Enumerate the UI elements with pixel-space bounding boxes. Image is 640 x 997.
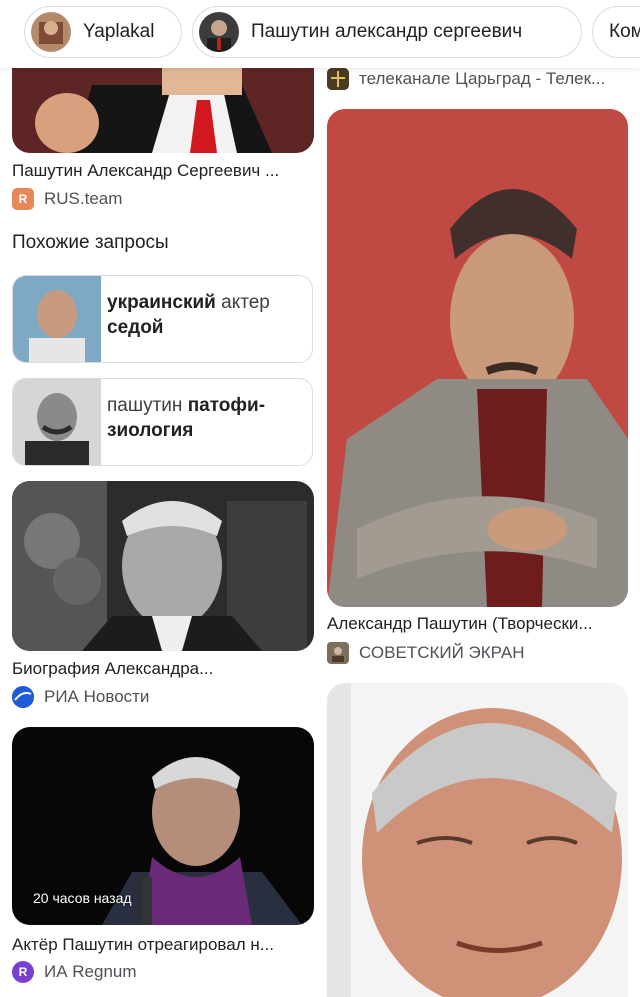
source-label: РИА Новости: [44, 687, 150, 706]
result-source-2[interactable]: РИА Новости: [12, 686, 149, 708]
source-label: телеканале Царьград - Телек...: [359, 69, 606, 88]
result-image-2[interactable]: [12, 481, 314, 651]
result-caption-3[interactable]: Актёр Пашутин отреагировал н...: [12, 935, 312, 955]
time-badge: 20 часов назад: [33, 890, 132, 906]
related-thumbnail: [13, 276, 101, 362]
chip-yaplakal-avatar: [31, 12, 71, 52]
result-source-3[interactable]: R ИА Regnum: [12, 961, 137, 983]
regnum-icon: R: [12, 961, 34, 983]
result-image-5[interactable]: [327, 683, 628, 997]
source-label: СОВЕТСКИЙ ЭКРАН: [359, 643, 525, 662]
chip-yaplakal[interactable]: Yaplakal: [24, 6, 182, 58]
result-caption-1[interactable]: Пашутин Александр Сергеевич ...: [12, 161, 312, 181]
result-source-top[interactable]: телеканале Царьград - Телек...: [327, 68, 605, 90]
chip-kom[interactable]: Ком: [592, 6, 640, 58]
related-searches-title: Похожие запросы: [12, 232, 169, 253]
related-search-item[interactable]: пашутин патофи- зиология: [12, 378, 313, 466]
result-caption-4[interactable]: Александр Пашутин (Творчески...: [327, 614, 627, 634]
related-search-item[interactable]: украинский актер седой: [12, 275, 313, 363]
related-query-text: пашутин патофи- зиология: [107, 395, 266, 441]
result-image-4[interactable]: [327, 109, 628, 607]
chip-label: Yaplakal: [83, 21, 155, 42]
sovetsky-ekran-icon: [327, 642, 349, 664]
related-thumbnail: [13, 379, 101, 465]
related-query-text: украинский актер седой: [107, 292, 270, 338]
related-chips-bar: Yaplakal Пашутин александр сергеевич Ком: [0, 0, 640, 68]
chip-pashutin[interactable]: Пашутин александр сергеевич: [192, 6, 582, 58]
chip-pashutin-avatar: [199, 12, 239, 52]
tsargrad-icon: [327, 68, 349, 90]
result-caption-2[interactable]: Биография Александра...: [12, 659, 312, 679]
ria-novosti-icon: [12, 686, 34, 708]
chip-label: Ком: [609, 21, 640, 42]
result-source-4[interactable]: СОВЕТСКИЙ ЭКРАН: [327, 642, 524, 664]
source-label: ИА Regnum: [44, 962, 137, 981]
chip-label: Пашутин александр сергеевич: [251, 21, 523, 42]
rus-team-icon: R: [12, 188, 34, 210]
source-label: RUS.team: [44, 189, 123, 208]
result-source-1[interactable]: R RUS.team: [12, 188, 122, 210]
